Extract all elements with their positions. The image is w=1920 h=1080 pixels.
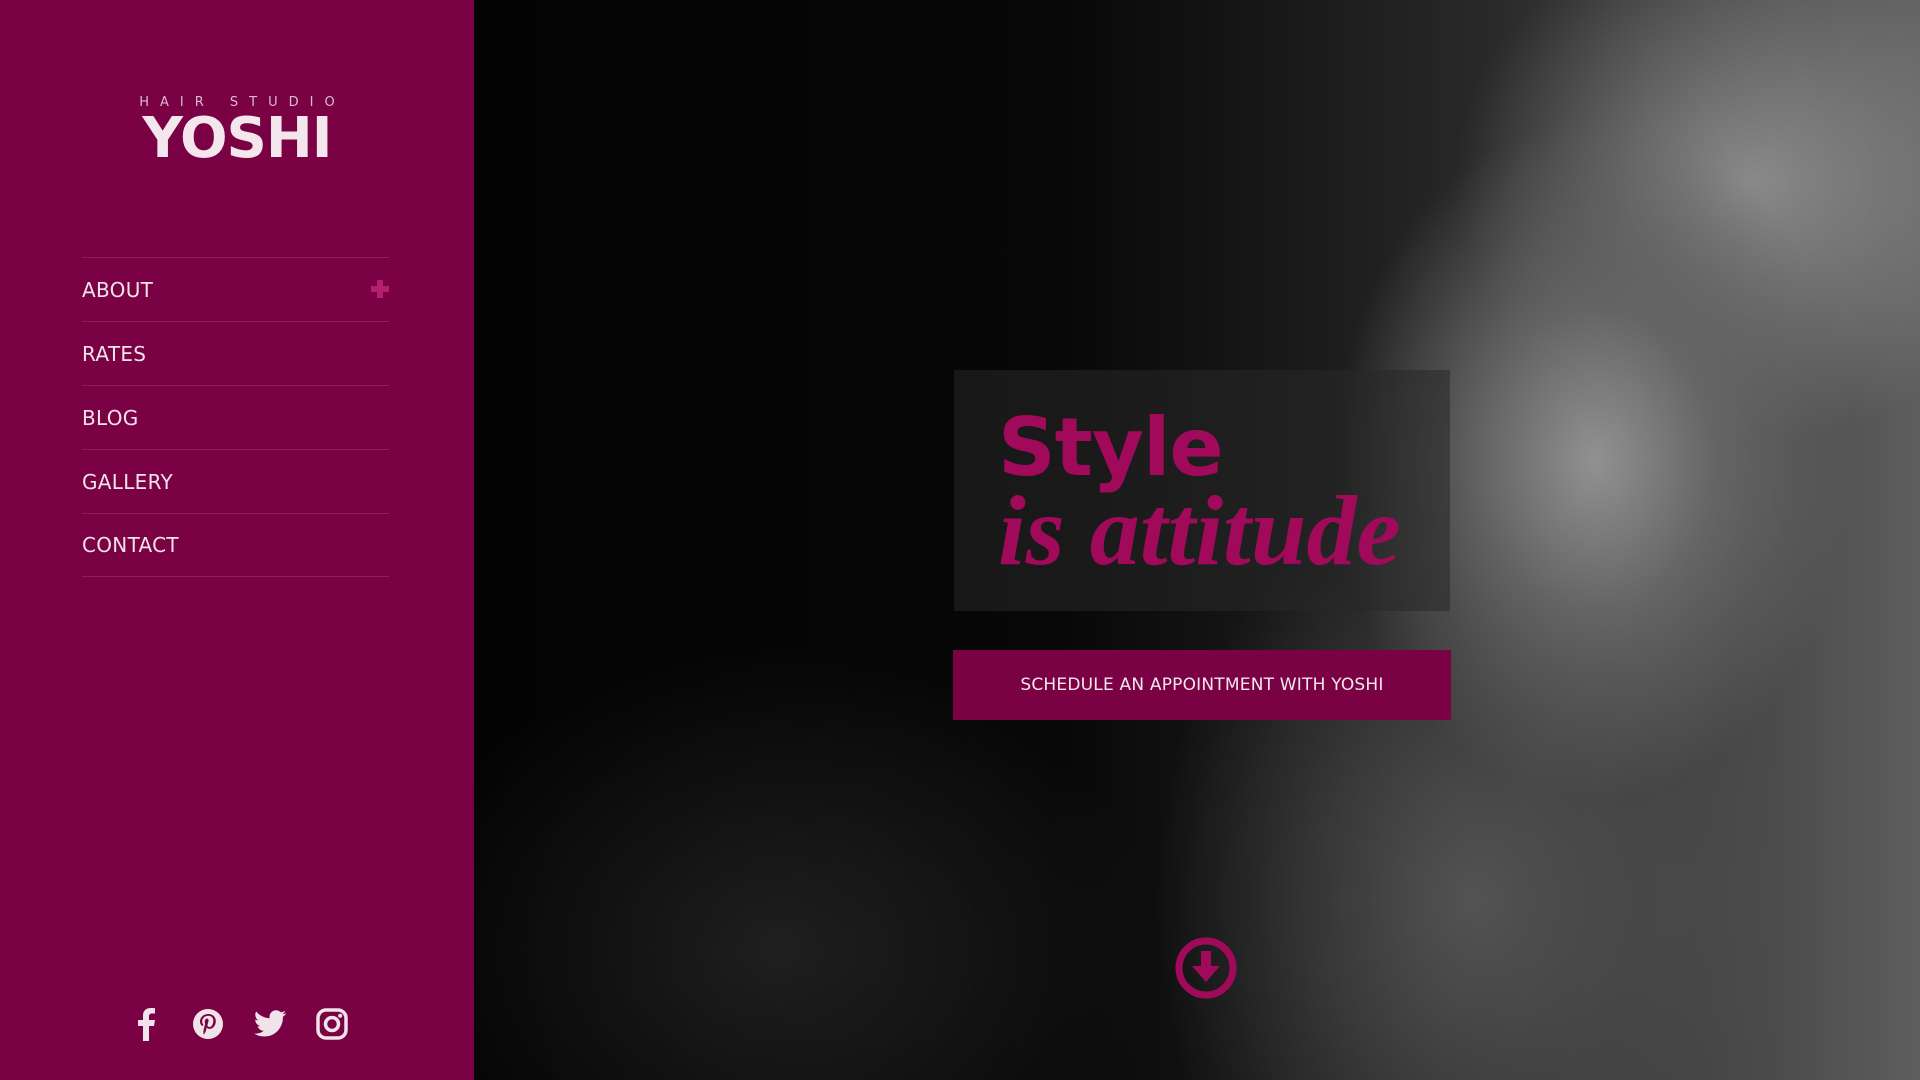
facebook-icon[interactable] [128,1006,164,1042]
headline-attitude: is attitude [998,475,1401,586]
twitter-icon[interactable] [252,1006,288,1042]
nav-item-rates[interactable]: RATES [82,321,389,385]
main-nav: ABOUT RATES BLOG GALLERY CONTACT [82,257,389,577]
schedule-appointment-button[interactable]: SCHEDULE AN APPOINTMENT WITH YOSHI [953,650,1451,720]
nav-item-about[interactable]: ABOUT [82,257,389,321]
nav-item-label: CONTACT [82,533,179,557]
pinterest-icon[interactable] [190,1006,226,1042]
nav-item-label: ABOUT [82,277,154,302]
arrow-down-circle-icon[interactable] [1174,936,1238,1000]
nav-item-label: GALLERY [82,469,174,494]
plus-icon[interactable] [371,280,389,298]
nav-item-label: RATES [82,341,147,366]
nav-item-gallery[interactable]: GALLERY [82,449,389,513]
instagram-icon[interactable] [314,1006,350,1042]
hero-section: Style is attitude SCHEDULE AN APPOINTMEN… [474,0,1920,1080]
brand-name: YOSHI [142,106,332,171]
sidebar: HAIR STUDIO YOSHI ABOUT RATES BLOG GALLE… [0,0,474,1080]
nav-item-label: BLOG [82,405,139,430]
nav-item-blog[interactable]: BLOG [82,385,389,449]
social-links [128,1006,350,1042]
brand-logo[interactable]: HAIR STUDIO YOSHI [0,96,474,168]
nav-item-contact[interactable]: CONTACT [82,513,389,577]
